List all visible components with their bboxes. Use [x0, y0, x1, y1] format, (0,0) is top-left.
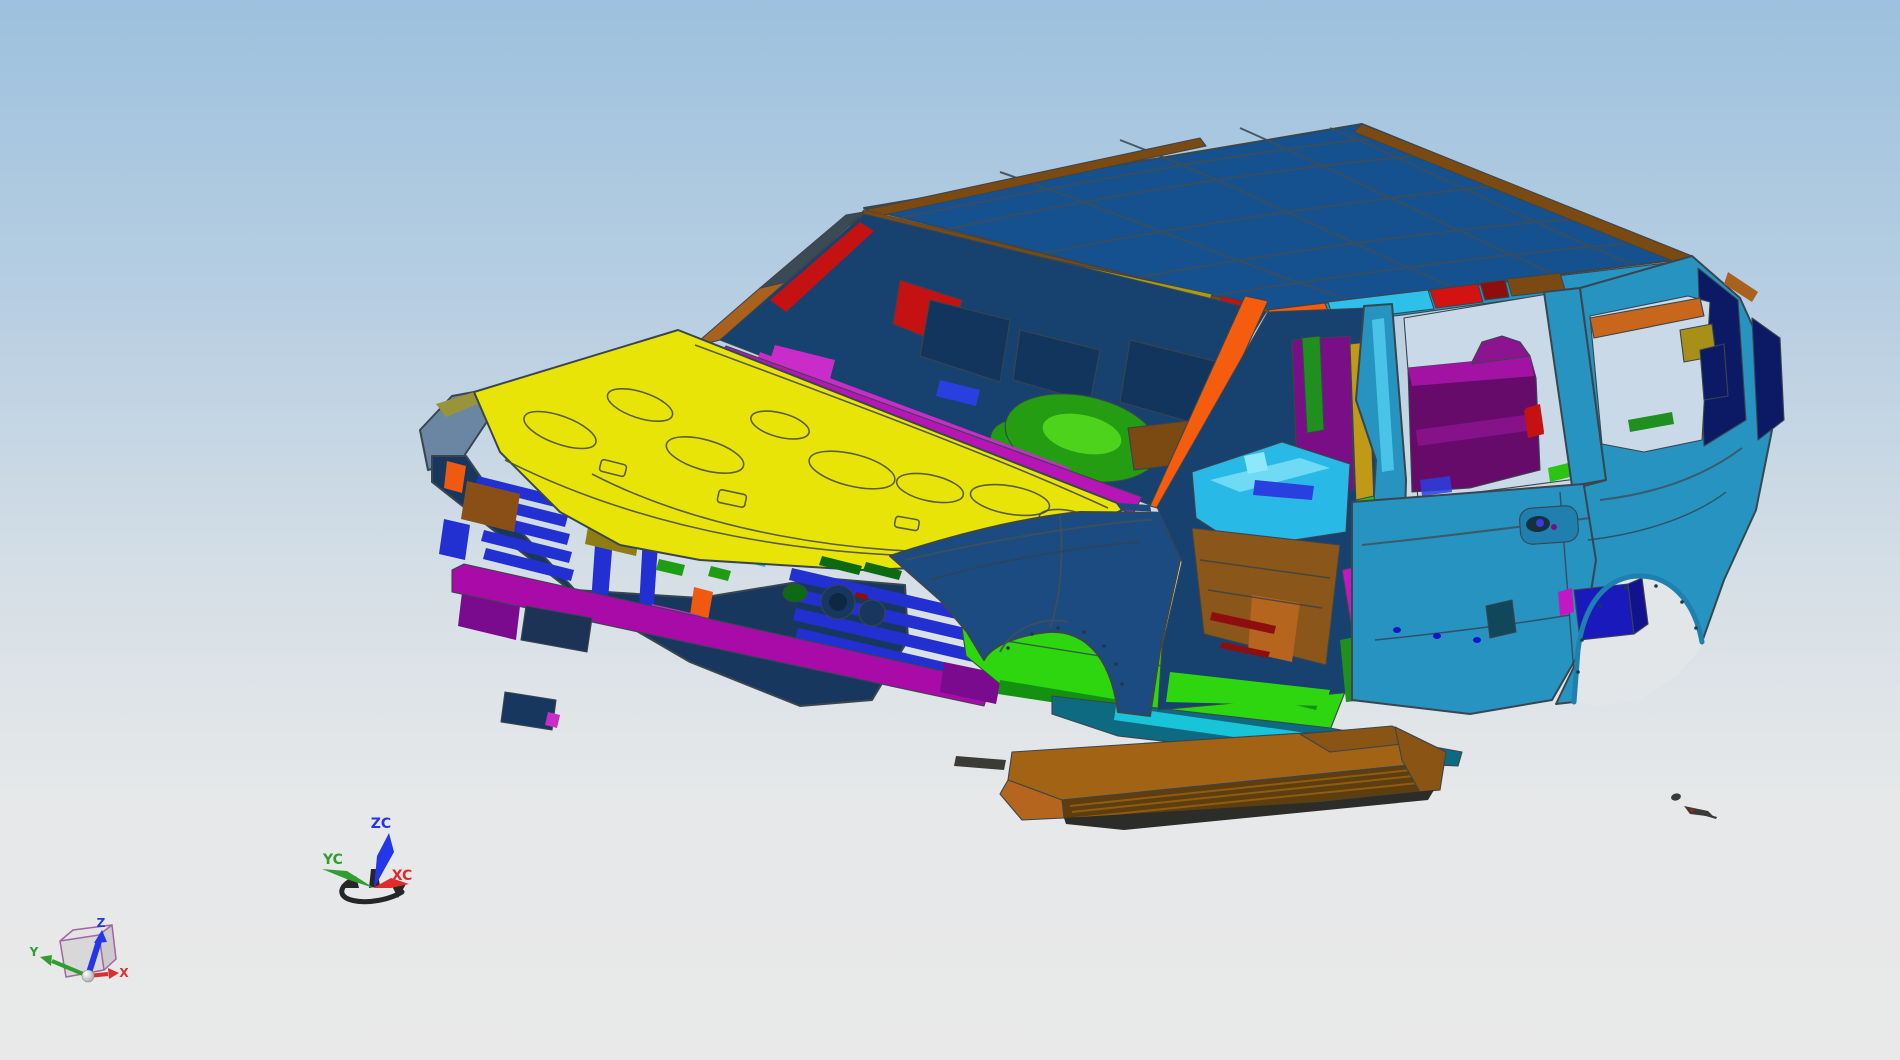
door-corner-pocket[interactable] [1485, 599, 1517, 639]
quarter-window-navy-piece [1699, 343, 1729, 401]
rivet-dot [1433, 633, 1441, 639]
dash-glint [1244, 452, 1268, 474]
door-handle-recess[interactable] [1519, 505, 1579, 545]
handle-purple-dot [1551, 524, 1557, 530]
handle-blue-glint [1536, 519, 1544, 527]
rivet-dot [1393, 627, 1401, 633]
rivet-dot [1473, 637, 1481, 643]
wcs-y-label: YC [322, 852, 343, 868]
view-z-label: Z [97, 916, 106, 930]
wcs-x-label: XC [392, 868, 413, 884]
view-y-label: Y [29, 945, 39, 959]
wcs-z-label: ZC [371, 816, 391, 832]
view-x-label: X [119, 966, 129, 980]
rail-segment-dark-red[interactable] [1479, 279, 1510, 301]
green-grommet[interactable] [782, 583, 808, 603]
frame-blue-bit[interactable] [439, 519, 470, 560]
quarter-magenta-sliver [1558, 588, 1574, 616]
origin-sphere[interactable] [81, 969, 95, 983]
lamp-opening[interactable] [858, 599, 886, 627]
cad-viewport: ZC YC XC Z Y X [0, 0, 1900, 1060]
lamp-opening-inner [829, 593, 847, 611]
orange-bit[interactable] [444, 461, 466, 493]
fragment-red-dot [1690, 808, 1694, 812]
